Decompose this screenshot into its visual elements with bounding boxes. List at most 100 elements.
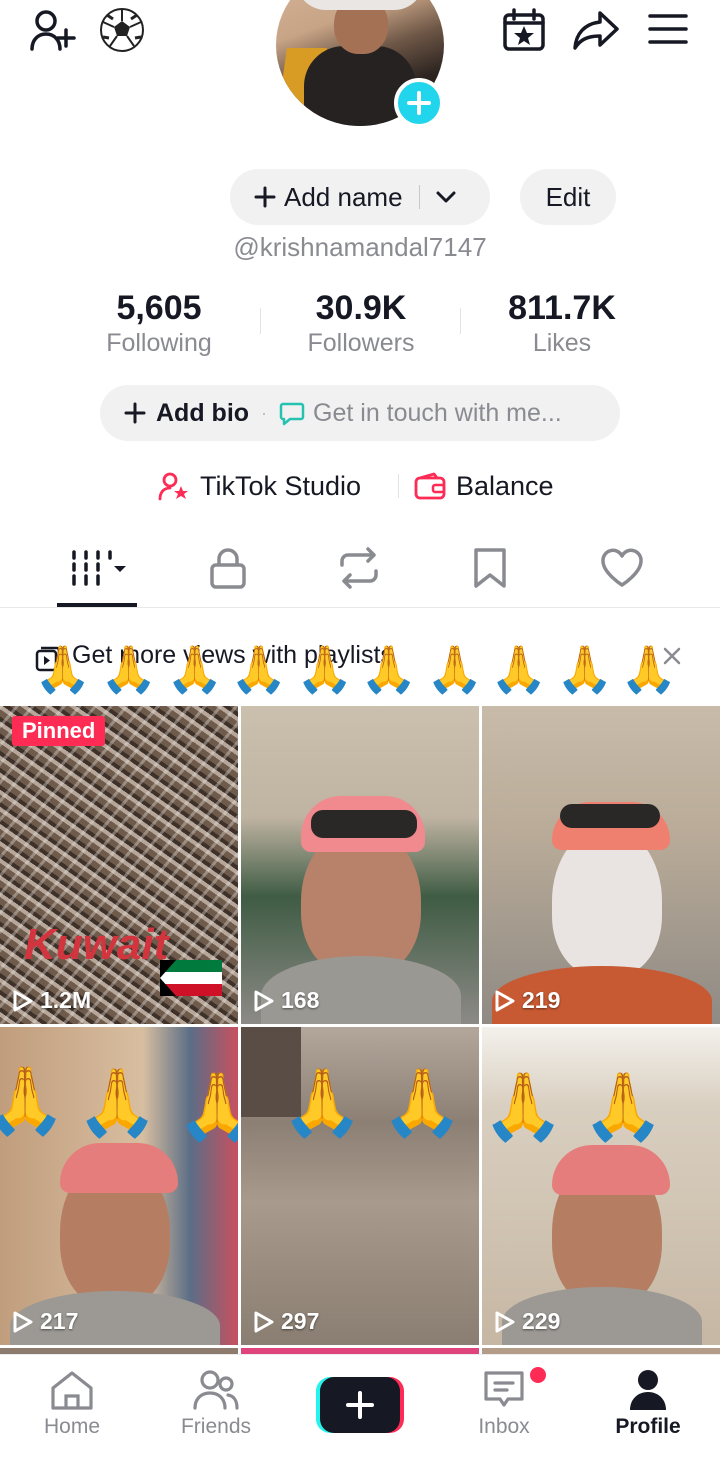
inbox-icon [484, 1371, 524, 1407]
username-handle: @krishnamandal7147 [233, 232, 487, 262]
folded-hands-emoji: 🙏 [34, 643, 92, 695]
tab-videos-grid[interactable] [62, 544, 136, 592]
tab-private[interactable] [204, 544, 252, 592]
plus-icon [124, 402, 146, 424]
following-count: 5,605 [116, 289, 202, 327]
folded-hands-emoji: 🙏 [426, 643, 484, 695]
tabs-divider [0, 607, 720, 608]
calendar-star-icon[interactable] [500, 6, 548, 54]
folded-hands-emoji: 🙏 [100, 643, 158, 695]
play-icon [495, 1311, 515, 1332]
pinned-badge: Pinned [12, 716, 106, 746]
wallet-icon [414, 472, 446, 500]
lock-icon [210, 548, 246, 589]
nav-home[interactable]: Home [2, 1369, 142, 1439]
add-name-label: Add name [284, 181, 403, 212]
video-thumbnail[interactable]: 219 [482, 706, 720, 1024]
view-count: 229 [494, 1308, 560, 1335]
edit-label: Edit [545, 181, 591, 212]
plus-icon [254, 186, 276, 208]
balance-label: Balance [456, 470, 554, 501]
close-banner-icon[interactable] [660, 644, 684, 668]
menu-icon[interactable] [644, 8, 692, 50]
folded-hands-emoji: 🙏 [482, 1069, 565, 1143]
nav-home-label: Home [43, 1415, 101, 1438]
play-icon [495, 990, 515, 1011]
view-count-value: 1.2M [40, 987, 92, 1013]
studio-person-star-icon [158, 472, 188, 501]
followers-count: 30.9K [315, 289, 407, 327]
view-count: 1.2M [12, 987, 91, 1014]
play-icon [13, 990, 33, 1011]
view-count-value: 168 [281, 987, 320, 1013]
chevron-down-icon[interactable] [436, 191, 456, 203]
tools-divider [398, 474, 399, 498]
tiktok-studio-link[interactable]: TikTok Studio [158, 466, 361, 506]
view-count: 297 [253, 1308, 319, 1335]
videos-grid-icon [72, 550, 126, 586]
nav-friends-label: Friends [180, 1415, 252, 1438]
kuwait-flag-icon [160, 960, 222, 996]
add-bio-pill[interactable]: Add bio · Get in touch with me... [100, 385, 620, 441]
play-icon [254, 990, 274, 1011]
balance-link[interactable]: Balance [414, 466, 554, 506]
folded-hands-emoji: 🙏 [582, 1069, 665, 1143]
likes-count: 811.7K [508, 289, 616, 327]
nav-inbox-label: Inbox [478, 1415, 530, 1438]
folded-hands-emoji: 🙏 [281, 1065, 364, 1139]
plus-icon [346, 1391, 374, 1419]
video-thumbnail[interactable]: 168 [241, 706, 479, 1024]
tab-liked[interactable] [596, 544, 648, 592]
folded-hands-emoji: 🙏 [230, 643, 288, 695]
add-name-button[interactable]: Add name [230, 169, 490, 225]
play-icon [254, 1311, 274, 1332]
soccer-ball-icon[interactable] [98, 6, 146, 54]
home-icon [51, 1371, 93, 1410]
view-count: 217 [12, 1308, 78, 1335]
video-thumbnail[interactable]: 🙏 🙏 297 [241, 1027, 479, 1345]
video-thumbnail[interactable]: Kuwait 1.2M [0, 706, 238, 1024]
chat-bubble-icon [279, 402, 305, 426]
nav-profile[interactable]: Profile [578, 1369, 718, 1439]
bio-separator-dot: · [261, 402, 268, 423]
video-thumbnail[interactable]: 🙏 🙏 229 [482, 1027, 720, 1345]
view-count-value: 217 [40, 1308, 79, 1334]
view-count-value: 297 [281, 1308, 320, 1334]
get-in-touch-label[interactable]: Get in touch with me... [313, 399, 562, 428]
view-count-value: 219 [522, 987, 561, 1013]
add-bio-label[interactable]: Add bio [156, 399, 249, 428]
share-icon[interactable] [570, 6, 622, 54]
view-count: 168 [253, 987, 319, 1014]
likes-label: Likes [532, 329, 592, 357]
heart-icon [601, 548, 643, 587]
tab-favorites[interactable] [466, 544, 514, 592]
folded-hands-emoji: 🙏 [0, 1063, 67, 1137]
bookmark-icon [474, 548, 506, 588]
nav-profile-label: Profile [615, 1415, 681, 1438]
folded-hands-emoji: 🙏 [490, 643, 548, 695]
folded-hands-emoji: 🙏 [76, 1065, 159, 1139]
profile-icon [630, 1370, 666, 1410]
repost-icon [340, 547, 378, 589]
edit-profile-button[interactable]: Edit [520, 169, 616, 225]
video-thumbnail[interactable]: 🙏 🙏 🙏 217 [0, 1027, 238, 1345]
tab-reposts[interactable] [334, 544, 384, 592]
folded-hands-emoji: 🙏 [556, 643, 614, 695]
folded-hands-emoji: 🙏 [176, 1069, 238, 1143]
play-icon [13, 1311, 33, 1332]
view-count-value: 229 [522, 1308, 561, 1334]
following-label: Following [106, 329, 212, 357]
create-button[interactable] [316, 1377, 404, 1433]
following-stat[interactable]: 5,605 Following [59, 288, 259, 358]
stat-divider [460, 308, 461, 334]
followers-stat[interactable]: 30.9K Followers [261, 288, 461, 358]
folded-hands-emoji: 🙏 [166, 643, 224, 695]
likes-stat[interactable]: 811.7K Likes [462, 288, 662, 358]
folded-hands-emoji: 🙏 [360, 643, 418, 695]
add-avatar-plus-icon[interactable] [394, 78, 444, 128]
nav-inbox[interactable]: Inbox [434, 1365, 574, 1439]
folded-hands-emoji: 🙏 [296, 643, 354, 695]
add-friend-icon[interactable] [26, 6, 78, 54]
nav-friends[interactable]: Friends [146, 1369, 286, 1439]
folded-hands-emoji: 🙏 [381, 1065, 464, 1139]
